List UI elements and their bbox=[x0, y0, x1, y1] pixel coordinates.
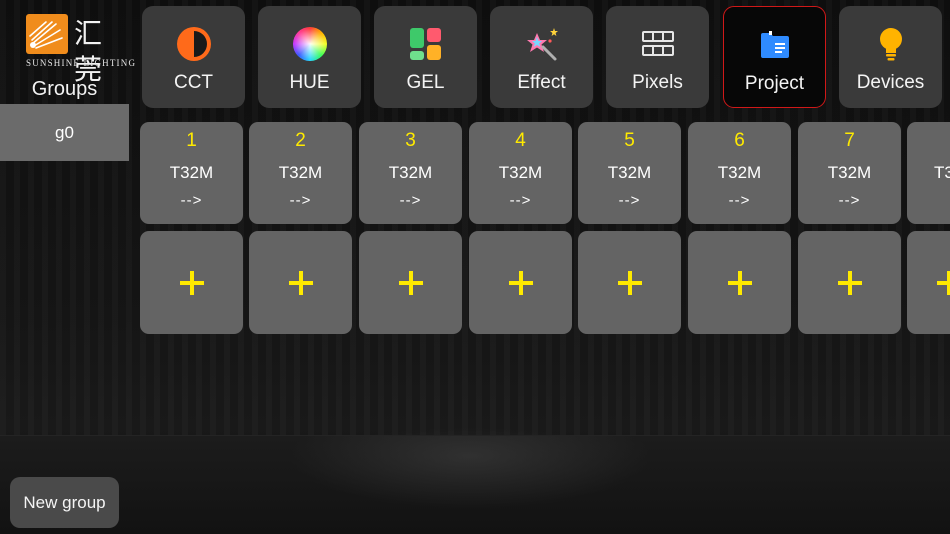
nav-label-hue: HUE bbox=[289, 72, 330, 93]
device-arrow: --> bbox=[289, 192, 312, 209]
add-device-button[interactable] bbox=[359, 231, 462, 334]
plus-icon bbox=[288, 270, 313, 295]
device-number: 3 bbox=[405, 130, 416, 151]
project-folder-icon bbox=[755, 25, 795, 65]
nav-button-project[interactable]: Project bbox=[723, 6, 826, 108]
devices-lightbulb-icon bbox=[871, 24, 911, 64]
nav-button-cct[interactable]: CCT bbox=[142, 6, 245, 108]
device-model: T32M bbox=[388, 163, 433, 182]
device-tile-5[interactable]: 5 T32M --> bbox=[578, 122, 681, 224]
device-number: 1 bbox=[186, 130, 197, 151]
nav-label-devices: Devices bbox=[856, 72, 925, 93]
device-tile-1[interactable]: 1 T32M --> bbox=[140, 122, 243, 224]
add-device-button[interactable] bbox=[249, 231, 352, 334]
device-tile-8-partial[interactable]: T3 bbox=[907, 122, 950, 224]
device-model: T32M bbox=[717, 163, 762, 182]
brand-name-en: SUNSHINE LIGHTING bbox=[26, 58, 137, 68]
cct-half-circle-icon bbox=[174, 24, 214, 64]
device-tile-3[interactable]: 3 T32M --> bbox=[359, 122, 462, 224]
plus-icon bbox=[727, 270, 752, 295]
nav-label-cct: CCT bbox=[173, 72, 214, 93]
add-device-button[interactable] bbox=[688, 231, 791, 334]
device-number: 5 bbox=[624, 130, 635, 151]
device-model: T32M bbox=[498, 163, 543, 182]
plus-icon bbox=[837, 270, 862, 295]
brand-logo: 汇莞 SUNSHINE LIGHTING bbox=[26, 14, 135, 86]
device-arrow: --> bbox=[399, 192, 422, 209]
nav-label-project: Project bbox=[744, 73, 805, 94]
plus-icon bbox=[179, 270, 204, 295]
device-number: 7 bbox=[844, 130, 855, 151]
device-number: 6 bbox=[734, 130, 745, 151]
groups-title: Groups bbox=[31, 78, 98, 100]
plus-icon bbox=[508, 270, 533, 295]
device-tile-7[interactable]: 7 T32M --> bbox=[798, 122, 901, 224]
device-arrow: --> bbox=[618, 192, 641, 209]
gel-color-blocks-icon bbox=[406, 24, 446, 64]
stage-floor-background bbox=[0, 435, 950, 534]
device-model: T32M bbox=[169, 163, 214, 182]
new-group-button[interactable]: New group bbox=[10, 477, 119, 528]
device-tile-2[interactable]: 2 T32M --> bbox=[249, 122, 352, 224]
group-item-g0[interactable]: g0 bbox=[0, 104, 129, 161]
plus-icon bbox=[398, 270, 423, 295]
device-arrow: --> bbox=[728, 192, 751, 209]
add-device-button-partial[interactable] bbox=[907, 231, 950, 334]
nav-label-pixels: Pixels bbox=[632, 72, 683, 93]
hue-color-wheel-icon bbox=[290, 24, 330, 64]
plus-icon bbox=[937, 270, 950, 295]
add-device-button[interactable] bbox=[140, 231, 243, 334]
device-arrow: --> bbox=[838, 192, 861, 209]
effect-magic-wand-icon bbox=[522, 24, 562, 64]
nav-button-gel[interactable]: GEL bbox=[374, 6, 477, 108]
nav-label-effect: Effect bbox=[517, 72, 566, 93]
sunshine-logo-icon bbox=[26, 14, 68, 54]
nav-button-hue[interactable]: HUE bbox=[258, 6, 361, 108]
device-arrow: --> bbox=[180, 192, 203, 209]
plus-icon bbox=[617, 270, 642, 295]
nav-button-devices[interactable]: Devices bbox=[839, 6, 942, 108]
add-device-button[interactable] bbox=[798, 231, 901, 334]
nav-label-gel: GEL bbox=[406, 72, 445, 93]
device-arrow: --> bbox=[509, 192, 532, 209]
device-model: T32M bbox=[278, 163, 323, 182]
device-model: T32M bbox=[607, 163, 652, 182]
device-tile-4[interactable]: 4 T32M --> bbox=[469, 122, 572, 224]
device-model: T32M bbox=[827, 163, 872, 182]
device-number: 4 bbox=[515, 130, 526, 151]
pixels-grid-icon bbox=[638, 24, 678, 64]
device-tile-6[interactable]: 6 T32M --> bbox=[688, 122, 791, 224]
nav-button-pixels[interactable]: Pixels bbox=[606, 6, 709, 108]
nav-button-effect[interactable]: Effect bbox=[490, 6, 593, 108]
device-model: T3 bbox=[934, 163, 950, 182]
device-number: 2 bbox=[295, 130, 306, 151]
add-device-button[interactable] bbox=[469, 231, 572, 334]
add-device-button[interactable] bbox=[578, 231, 681, 334]
